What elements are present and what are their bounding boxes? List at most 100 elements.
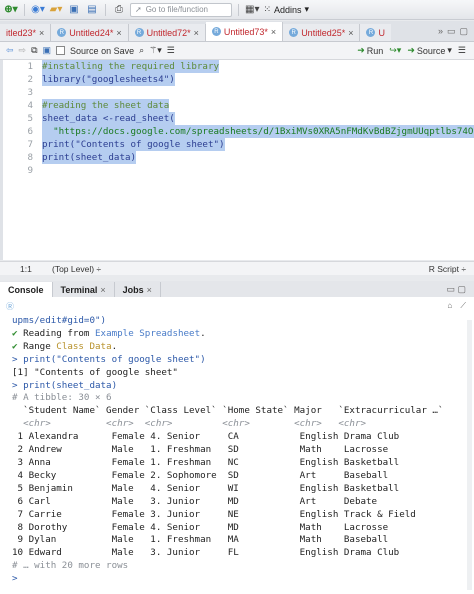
code-line: 5 sheet_data <-read_sheet( [3,112,474,125]
console-line: > print(sheet_data) [12,379,118,391]
new-file-icon[interactable]: ⊕▾ [4,3,18,17]
run-label: Run [366,45,384,56]
line-number: 8 [27,152,33,163]
chevron-down-icon: ▾ [304,4,310,14]
forward-arrow-icon[interactable]: ⇨ [19,45,27,56]
console-line: # … with 20 more rows [12,560,129,572]
tab-label: Untitled25* [301,27,346,38]
minimize-icon[interactable]: ▭ ▢ [446,284,474,295]
tab-controls: » ▭ ▢ [438,26,474,37]
close-icon[interactable]: × [194,28,199,38]
line-number: 4 [27,100,33,111]
run-button[interactable]: ➜ Run [357,45,383,56]
code-editor[interactable]: 1 #installing the required library 2 libra… [0,60,474,260]
close-icon[interactable]: × [100,285,105,295]
source-button[interactable]: ➜ Source ▾ [407,45,452,56]
console-prompt[interactable]: > [0,573,474,586]
close-icon[interactable]: × [116,28,121,38]
console-header: Ⓡ ⌂ ⟋ [0,297,474,315]
console-output[interactable]: upms/edit#gid=0") ✔ Reading from Example… [0,315,474,594]
show-in-window-icon[interactable]: ⧉ [31,45,37,56]
tab-terminal[interactable]: Terminal × [53,282,115,297]
console-line: <chr> <chr> <chr> <chr> <chr> <chr> [12,418,367,430]
tab-overflow-icon[interactable]: » [438,26,443,37]
console-tabs: Console Terminal × Jobs × ▭ ▢ [0,281,474,298]
console-scrollbar[interactable] [467,320,472,590]
goto-arrow-icon: ➚ [135,5,142,14]
r-file-icon: R [289,28,299,37]
cursor-position: 1:1 [20,263,32,274]
minimize-icon[interactable]: ▭ [447,26,456,37]
source-on-save-checkbox[interactable] [56,46,66,55]
back-arrow-icon[interactable]: ⇦ [6,45,14,56]
save-icon[interactable]: ▣ [67,3,81,17]
list-icon[interactable]: ☰ [167,45,175,56]
code-line: 1 #installing the required library [3,60,474,73]
maximize-icon[interactable]: ▢ [459,26,468,37]
save-icon[interactable]: ▣ [43,45,52,56]
table-row: 7 Carrie Female 3. Junior NE English Tra… [12,508,416,520]
line-number: 2 [27,74,33,85]
tab-untitled25[interactable]: R Untitled25* × [283,24,361,41]
tab-console[interactable]: Console [0,282,53,297]
table-row: 9 Dylan Male 1. Freshman MA Math Basebal… [12,534,389,546]
grid-layout-icon[interactable]: ▦▾ [245,3,259,17]
print-icon[interactable]: ⎙ [112,3,126,17]
line-number: 5 [27,113,33,124]
new-project-icon[interactable]: ◉▾ [31,3,45,17]
search-icon[interactable]: ⌕ [139,45,144,56]
code-text: print(sheet_data) [42,151,137,164]
source-label: Source [416,45,446,56]
addins-label: Addins [274,4,302,15]
code-text: #installing the required library [42,60,220,73]
line-number: 1 [27,61,33,72]
r-file-icon: R [134,28,144,37]
code-line: 3 [3,86,474,99]
table-row: 2 Andrew Male 1. Freshman SD Math Lacros… [12,444,389,456]
magic-wand-icon[interactable]: ⚚▾ [149,45,162,56]
save-all-icon[interactable]: ▤ [85,3,99,17]
open-folder-icon[interactable]: ▰▾ [49,3,63,17]
table-row: 4 Becky Female 2. Sophomore SD Art Baseb… [12,469,389,481]
tab-jobs[interactable]: Jobs × [115,282,161,297]
table-row: 8 Dorothy Female 4. Senior MD Math Lacro… [12,521,389,533]
tab-untitled-more[interactable]: R U [360,24,391,41]
file-type-selector[interactable]: R Script ÷ [429,264,474,274]
tab-untitled73[interactable]: R Untitled73* × [205,22,284,41]
tab-label: U [378,27,385,38]
line-number: 3 [27,87,33,98]
addins-menu[interactable]: ⁙ Addins ▾ [263,4,309,15]
close-icon[interactable]: × [147,285,152,295]
console-line: upms/edit#gid=0") [12,315,107,326]
outline-icon[interactable]: ☰ [458,45,466,56]
console-line: # A tibble: 30 × 6 [12,392,112,404]
tab-label: Terminal [60,284,98,295]
divider [105,3,106,16]
console-tools: ⌂ ⟋ [447,301,474,311]
tab-label: Console [8,284,44,295]
home-icon[interactable]: ⌂ [447,301,452,310]
rerun-icon[interactable]: ↪▾ [389,45,401,56]
tab-untitled72[interactable]: R Untitled72* × [128,24,206,41]
console-line: [1] "Contents of google sheet" [12,366,178,378]
console-line: ✔ Range Class Data. [12,340,118,352]
code-line: 7 print("Contents of google sheet") [3,138,474,151]
tab-untitled24[interactable]: R Untitled24* × [51,24,129,41]
goto-file-input[interactable]: ➚ Go to file/function [130,2,232,17]
code-line: 4 #reading the sheet data [3,99,474,112]
close-icon[interactable]: × [271,27,276,37]
tab-label: itled23* [6,27,37,38]
tab-untitled23[interactable]: itled23* × [0,24,52,41]
close-icon[interactable]: × [348,28,353,38]
r-file-icon: R [366,28,376,37]
r-version-icon: Ⓡ [6,301,14,311]
goto-placeholder: Go to file/function [145,5,208,14]
console-line: > print("Contents of google sheet") [12,353,206,365]
scope-selector[interactable]: (Top Level) ÷ [40,264,101,274]
chevron-down-icon: ▾ [447,45,452,55]
r-file-icon: R [57,28,67,37]
code-line: 6 "https://docs.google.com/spreadsheets/… [3,125,474,138]
clear-console-icon[interactable]: ⟋ [460,301,466,310]
close-icon[interactable]: × [39,28,44,38]
code-text: "https://docs.google.com/spreadsheets/d/… [42,125,474,138]
